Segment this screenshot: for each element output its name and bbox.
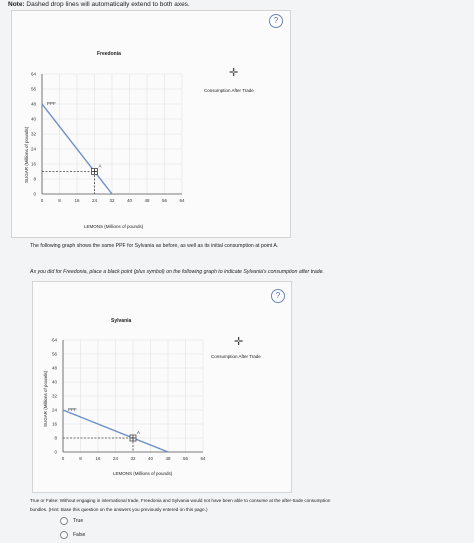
y-tick-label: 40 — [52, 380, 58, 385]
question-line-1: True or False: Without engaging in inter… — [30, 498, 331, 503]
y-tick-label: 8 — [33, 177, 36, 182]
point-a-label: A — [99, 164, 102, 169]
point-a-label: A — [137, 430, 140, 435]
y-tick-label: 64 — [31, 72, 37, 77]
y-tick-label: 24 — [31, 147, 37, 152]
y-tick-label: 56 — [52, 352, 58, 357]
note: Note: Dashed drop lines will automatical… — [8, 1, 190, 8]
x-tick-label: 56 — [183, 456, 189, 461]
help-icon[interactable]: ? — [271, 289, 285, 303]
x-tick-label: 40 — [148, 456, 154, 461]
option-false[interactable]: False — [60, 531, 85, 539]
x-tick-label: 0 — [41, 198, 44, 203]
x-tick-label: 64 — [179, 198, 185, 203]
x-tick-label: 48 — [165, 456, 171, 461]
y-tick-label: 40 — [31, 117, 37, 122]
x-tick-label: 48 — [144, 198, 150, 203]
y-tick-label: 48 — [52, 366, 58, 371]
ppf-label: PPF — [68, 407, 77, 412]
y-tick-label: 56 — [31, 87, 37, 92]
x-tick-label: 0 — [62, 456, 65, 461]
x-tick-label: 32 — [130, 456, 136, 461]
consumption-after-trade-plus-icon[interactable]: ✛ — [229, 68, 238, 79]
y-tick-label: 32 — [31, 132, 37, 137]
ppf-label: PPF — [47, 101, 56, 106]
note-label: Note: — [8, 1, 25, 8]
y-tick-label: 48 — [31, 102, 37, 107]
option-label: True — [73, 518, 84, 524]
y-tick-label: 16 — [31, 162, 37, 167]
x-tick-label: 64 — [200, 456, 206, 461]
option-label: False — [73, 532, 86, 538]
consumption-after-trade-plus-icon[interactable]: ✛ — [234, 337, 243, 348]
sylvania-graph-panel: ? Sylvania ✛ Consumption After Trade SUG… — [32, 281, 292, 493]
y-tick-label: 8 — [54, 436, 57, 441]
freedonia-graph-panel: ? Freedonia ✛ Consumption After Trade SU… — [11, 10, 291, 238]
x-axis-label: LEMONS (Millions of pounds) — [84, 224, 144, 229]
x-tick-label: 24 — [92, 198, 98, 203]
graph-title: Sylvania — [111, 318, 132, 324]
x-tick-label: 24 — [113, 456, 119, 461]
x-tick-label: 40 — [127, 198, 133, 203]
paragraph-sylvania-intro: The following graph shows the same PPF f… — [30, 243, 279, 249]
note-text: Dashed drop lines will automatically ext… — [26, 1, 190, 8]
graph-title: Freedonia — [97, 51, 121, 57]
radio-button[interactable] — [60, 531, 68, 539]
question-line-2: bundles. (Hint: Base this question on th… — [30, 507, 208, 512]
help-icon[interactable]: ? — [269, 14, 283, 28]
x-tick-label: 16 — [74, 198, 80, 203]
y-tick-label: 24 — [52, 408, 58, 413]
paragraph-instruction: As you did for Freedonia, place a black … — [30, 269, 324, 275]
y-tick-label: 16 — [52, 422, 58, 427]
radio-button[interactable] — [60, 517, 68, 525]
y-tick-label: 64 — [52, 338, 58, 343]
x-tick-label: 16 — [95, 456, 101, 461]
freedonia-chart[interactable]: 0 8 16 24 32 40 48 56 64 0 8 16 24 32 40 48 56 64 PPF A — [12, 66, 212, 216]
x-tick-label: 8 — [58, 198, 61, 203]
y-tick-label: 0 — [33, 192, 36, 197]
y-tick-label: 32 — [52, 394, 58, 399]
y-tick-label: 0 — [54, 450, 57, 455]
x-tick-label: 56 — [162, 198, 168, 203]
option-true[interactable]: True — [60, 517, 83, 525]
sylvania-chart[interactable]: 0 8 16 24 32 40 48 56 64 0 8 16 24 32 40 48 56 64 PPF A — [33, 332, 223, 472]
x-tick-label: 32 — [109, 198, 115, 203]
x-tick-label: 8 — [79, 456, 82, 461]
